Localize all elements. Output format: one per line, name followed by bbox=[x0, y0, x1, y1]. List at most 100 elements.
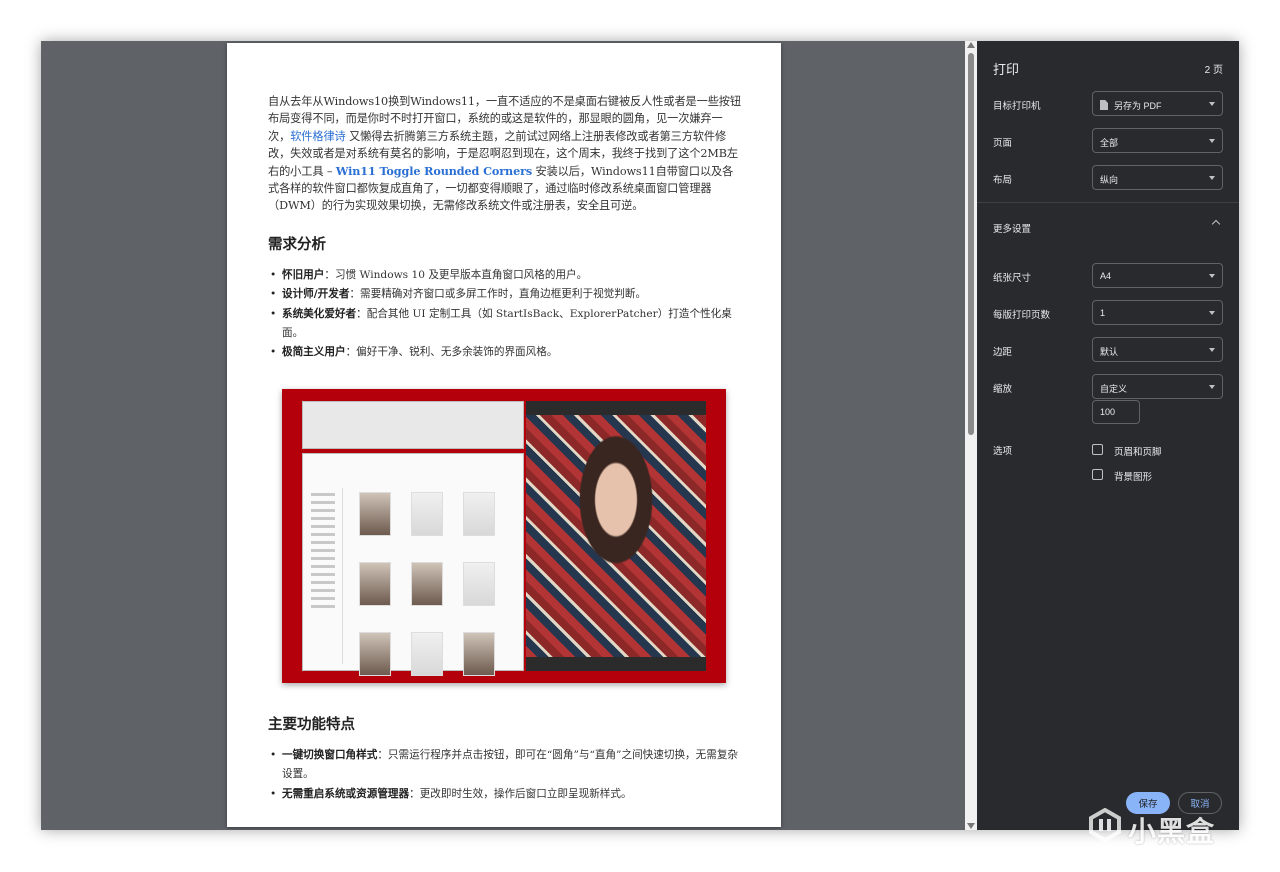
pages-row: 页面 全部 bbox=[993, 128, 1223, 154]
paper-size-row: 纸张尺寸 A4 bbox=[993, 263, 1223, 289]
print-settings-panel: 打印 2 页 目标打印机 另存为 PDF 页面 全部 布局 纵向 更多设置 纸张… bbox=[977, 41, 1239, 830]
thumbnail bbox=[359, 631, 391, 676]
list-item-term: 极简主义用户 bbox=[282, 346, 346, 359]
chevron-up-icon bbox=[1211, 219, 1221, 229]
heybox-logo-icon bbox=[1089, 808, 1121, 842]
scroll-down-arrow-icon[interactable] bbox=[967, 823, 975, 829]
photo-viewer-toolbar bbox=[526, 656, 706, 671]
dropdown-caret-icon bbox=[1209, 385, 1215, 389]
layout-select[interactable]: 纵向 bbox=[1092, 165, 1223, 190]
dropdown-caret-icon bbox=[1209, 274, 1215, 278]
background-graphics-option[interactable]: 背景图形 bbox=[1092, 468, 1212, 483]
list-item: 一键切换窗口角样式：只需运行程序并点击按钮，即可在“圆角”与“直角”之间快速切换… bbox=[268, 746, 741, 785]
paper-size-label: 纸张尺寸 bbox=[993, 273, 1032, 284]
margins-row: 边距 默认 bbox=[993, 337, 1223, 363]
print-preview-window: 自从去年从Windows10换到Windows11，一直不适应的不是桌面右键被反… bbox=[41, 41, 1239, 830]
pages-value: 全部 bbox=[1100, 138, 1119, 148]
destination-value: 另存为 PDF bbox=[1114, 101, 1162, 111]
list-item-desc: ：偏好干净、锐利、无多余装饰的界面风格。 bbox=[345, 346, 558, 359]
thumbnail bbox=[359, 561, 391, 606]
list-item-term: 系统美化爱好者 bbox=[282, 307, 357, 320]
headers-footers-checkbox[interactable] bbox=[1092, 444, 1103, 455]
dropdown-caret-icon bbox=[1209, 102, 1215, 106]
paper-size-value: A4 bbox=[1100, 271, 1112, 281]
list-item-term: 怀旧用户 bbox=[282, 268, 325, 281]
features-list: 一键切换窗口角样式：只需运行程序并点击按钮，即可在“圆角”与“直角”之间快速切换… bbox=[268, 746, 741, 805]
divider bbox=[977, 202, 1239, 203]
background-graphics-label: 背景图形 bbox=[1114, 472, 1153, 483]
scale-value: 自定义 bbox=[1100, 384, 1128, 394]
requirements-list: 怀旧用户：习惯 Windows 10 及更早版本直角窗口风格的用户。 设计师/开… bbox=[268, 266, 741, 363]
thumbnail bbox=[411, 491, 443, 536]
preview-scrollbar[interactable] bbox=[965, 41, 977, 830]
screenshot-thumbnails bbox=[349, 488, 519, 683]
list-item: 极简主义用户：偏好干净、锐利、无多余装饰的界面风格。 bbox=[268, 343, 741, 363]
list-item-term: 无需重启系统或资源管理器 bbox=[282, 787, 410, 800]
headers-footers-label: 页眉和页脚 bbox=[1114, 447, 1162, 458]
layout-row: 布局 纵向 bbox=[993, 165, 1223, 191]
paper-size-select[interactable]: A4 bbox=[1092, 263, 1223, 288]
panel-title: 打印 bbox=[993, 62, 1020, 77]
screenshot-window-explorer bbox=[302, 452, 524, 676]
pages-per-sheet-select[interactable]: 1 bbox=[1092, 300, 1223, 325]
background-graphics-checkbox[interactable] bbox=[1092, 469, 1103, 480]
list-item: 无需重启系统或资源管理器：更改即时生效，操作后窗口立即呈现新样式。 bbox=[268, 785, 741, 805]
margins-label: 边距 bbox=[993, 347, 1013, 358]
document-icon bbox=[1100, 100, 1108, 110]
watermark-text: 小黑盒 bbox=[1128, 815, 1216, 848]
dropdown-caret-icon bbox=[1209, 139, 1215, 143]
list-item: 设计师/开发者：需要精确对齐窗口或多屏工作时，直角边框更利于视觉判断。 bbox=[268, 285, 741, 305]
headers-footers-option[interactable]: 页眉和页脚 bbox=[1092, 443, 1212, 458]
list-item-desc: ：需要精确对齐窗口或多屏工作时，直角边框更利于视觉判断。 bbox=[349, 288, 647, 301]
list-item-term: 一键切换窗口角样式 bbox=[282, 748, 378, 761]
dropdown-caret-icon bbox=[1209, 176, 1215, 180]
screenshot-window-photo-viewer bbox=[526, 400, 706, 671]
thumbnail bbox=[359, 491, 391, 536]
list-item-desc: ：习惯 Windows 10 及更早版本直角窗口风格的用户。 bbox=[324, 268, 588, 281]
intro-link-1[interactable]: 软件格律诗 bbox=[290, 130, 346, 143]
preview-area: 自从去年从Windows10换到Windows11，一直不适应的不是桌面右键被反… bbox=[41, 41, 965, 830]
list-item: 系统美化爱好者：配合其他 UI 定制工具（如 StartIsBack、Explo… bbox=[268, 305, 741, 344]
intro-paragraph: 自从去年从Windows10换到Windows11，一直不适应的不是桌面右键被反… bbox=[268, 93, 741, 215]
scale-label: 缩放 bbox=[993, 384, 1013, 395]
destination-row: 目标打印机 另存为 PDF bbox=[993, 91, 1223, 117]
options-label: 选项 bbox=[993, 446, 1013, 457]
thumbnail bbox=[411, 561, 443, 606]
list-item-term: 设计师/开发者 bbox=[282, 288, 350, 301]
margins-select[interactable]: 默认 bbox=[1092, 337, 1223, 362]
pages-per-sheet-value: 1 bbox=[1100, 308, 1106, 318]
margins-value: 默认 bbox=[1100, 347, 1119, 357]
pages-per-sheet-row: 每版打印页数 1 bbox=[993, 300, 1223, 326]
pages-select[interactable]: 全部 bbox=[1092, 128, 1223, 153]
scrollbar-thumb[interactable] bbox=[968, 53, 974, 435]
scale-custom-input[interactable] bbox=[1092, 400, 1140, 424]
screenshot-window-dialog bbox=[302, 400, 524, 449]
dropdown-caret-icon bbox=[1209, 348, 1215, 352]
destination-select[interactable]: 另存为 PDF bbox=[1092, 91, 1223, 116]
dropdown-caret-icon bbox=[1209, 311, 1215, 315]
intro-link-2[interactable]: Win11 Toggle Rounded Corners bbox=[336, 164, 532, 178]
more-settings-toggle[interactable]: 更多设置 bbox=[993, 219, 1223, 239]
pages-per-sheet-label: 每版打印页数 bbox=[993, 310, 1051, 321]
page-count: 2 页 bbox=[1204, 65, 1223, 76]
more-settings-label: 更多设置 bbox=[993, 224, 1032, 235]
embedded-screenshot bbox=[282, 388, 726, 683]
list-item-desc: ：更改即时生效，操作后窗口立即呈现新样式。 bbox=[409, 787, 632, 800]
section-heading-features: 主要功能特点 bbox=[268, 715, 355, 733]
thumbnail bbox=[463, 491, 495, 536]
list-item: 怀旧用户：习惯 Windows 10 及更早版本直角窗口风格的用户。 bbox=[268, 266, 741, 286]
layout-value: 纵向 bbox=[1100, 175, 1119, 185]
thumbnail bbox=[411, 631, 443, 676]
layout-label: 布局 bbox=[993, 175, 1013, 186]
scale-row: 缩放 自定义 bbox=[993, 374, 1223, 400]
scale-select[interactable]: 自定义 bbox=[1092, 374, 1223, 399]
thumbnail bbox=[463, 631, 495, 676]
panel-header: 打印 2 页 bbox=[993, 59, 1223, 79]
scroll-up-arrow-icon[interactable] bbox=[967, 42, 975, 48]
preview-page: 自从去年从Windows10换到Windows11，一直不适应的不是桌面右键被反… bbox=[227, 43, 781, 827]
destination-label: 目标打印机 bbox=[993, 101, 1041, 112]
screenshot-sidebar bbox=[307, 487, 343, 664]
photo-viewer-titlebar bbox=[526, 400, 706, 415]
section-heading-requirements: 需求分析 bbox=[268, 235, 326, 253]
thumbnail bbox=[463, 561, 495, 606]
